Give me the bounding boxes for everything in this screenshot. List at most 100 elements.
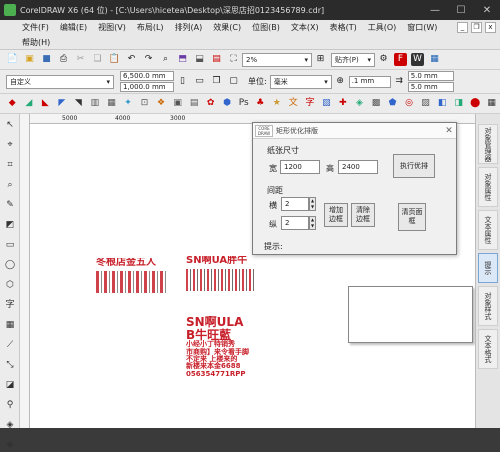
plugin-icon-6[interactable]: ▥ — [89, 97, 102, 110]
macro-icon[interactable]: W — [411, 53, 424, 66]
run-layout-button[interactable]: 执行优排 — [393, 154, 435, 178]
clear-border-button[interactable]: 清除边框 — [351, 203, 375, 227]
menu-window[interactable]: 窗口(W) — [407, 22, 437, 33]
horizontal-spinner[interactable]: ▲ ▼ — [309, 197, 316, 211]
menu-tools[interactable]: 工具(O) — [368, 22, 397, 33]
plugin-icon-16[interactable]: ♣ — [254, 97, 267, 110]
crop-tool-icon[interactable]: ⌗ — [3, 158, 17, 172]
plugin-icon-13[interactable]: ✿ — [204, 97, 217, 110]
dock-tab-object-manager[interactable]: 对象管理器 — [478, 124, 498, 164]
plugin-icon-19[interactable]: 字 — [304, 97, 317, 110]
connector-tool-icon[interactable]: ⤡ — [3, 358, 17, 372]
menu-edit[interactable]: 编辑(E) — [60, 22, 87, 33]
publish-pdf-icon[interactable]: ▤ — [210, 53, 223, 66]
plugin-icon-5[interactable]: ◥ — [72, 97, 85, 110]
portrait-icon[interactable]: ▯ — [176, 75, 189, 88]
plugin-icon-27[interactable]: ◧ — [436, 97, 449, 110]
menu-layout[interactable]: 布局(L) — [137, 22, 164, 33]
effects-tool-icon[interactable]: ◪ — [3, 378, 17, 392]
current-page-icon[interactable]: ▢ — [227, 75, 240, 88]
ellipse-tool-icon[interactable]: ◯ — [3, 258, 17, 272]
save-icon[interactable]: ■ — [40, 53, 53, 66]
horizontal-spacing-input[interactable]: 2 — [281, 197, 309, 211]
shape-tool-icon[interactable]: ⌖ — [3, 138, 17, 152]
page-rectangle[interactable] — [348, 286, 473, 343]
plugin-icon-23[interactable]: ▩ — [370, 97, 383, 110]
artwork-sign-1[interactable]: 冬根店金五人 — [96, 258, 166, 300]
new-icon[interactable]: 📄 — [6, 53, 19, 66]
menu-file[interactable]: 文件(F) — [22, 22, 49, 33]
close-icon[interactable]: ✕ — [442, 126, 456, 136]
plugin-icon-21[interactable]: ✚ — [337, 97, 350, 110]
menu-text[interactable]: 文本(X) — [291, 22, 319, 33]
maximize-button[interactable]: ☐ — [448, 5, 474, 16]
redo-icon[interactable]: ↷ — [142, 53, 155, 66]
dup-x-field[interactable]: 5.0 mm — [407, 71, 454, 81]
plugin-icon-11[interactable]: ▣ — [171, 97, 184, 110]
plugin-icon-8[interactable]: ✦ — [122, 97, 135, 110]
dock-tab-hints[interactable]: 提示 — [478, 253, 498, 283]
add-border-button[interactable]: 增加边框 — [324, 203, 348, 227]
zoom-tool-icon[interactable]: ⌕ — [3, 178, 17, 192]
plugin-icon-2[interactable]: ◢ — [23, 97, 36, 110]
text-tool-icon[interactable]: 字 — [3, 298, 17, 312]
all-pages-icon[interactable]: ❐ — [210, 75, 223, 88]
copy-icon[interactable]: ❏ — [91, 53, 104, 66]
plugin-icon-12[interactable]: ▤ — [188, 97, 201, 110]
plugin-icon-1[interactable]: ◆ — [6, 97, 19, 110]
smart-fill-icon[interactable]: ◩ — [3, 218, 17, 232]
menu-view[interactable]: 视图(V) — [98, 22, 126, 33]
plugin-icon-4[interactable]: ◤ — [56, 97, 69, 110]
dock-tab-object-properties[interactable]: 对象属性 — [478, 167, 498, 207]
plugin-icon-29[interactable]: ⬤ — [469, 97, 482, 110]
menu-table[interactable]: 表格(T) — [330, 22, 357, 33]
plugin-icon-10[interactable]: ❖ — [155, 97, 168, 110]
export-icon[interactable]: ⬓ — [193, 53, 206, 66]
doc-minimize-button[interactable]: _ — [457, 22, 468, 33]
dock-tab-text-format[interactable]: 文本格式 — [478, 329, 498, 369]
open-icon[interactable]: ▣ — [23, 53, 36, 66]
plugin-icon-22[interactable]: ◈ — [353, 97, 366, 110]
plugin-icon-20[interactable]: ▧ — [320, 97, 333, 110]
fullscreen-icon[interactable]: ⛶ — [227, 53, 240, 66]
table-tool-icon[interactable]: ▦ — [3, 318, 17, 332]
eyedropper-tool-icon[interactable]: ⚲ — [3, 398, 17, 412]
close-button[interactable]: ✕ — [474, 5, 500, 16]
dock-tab-object-styles[interactable]: 对象样式 — [478, 286, 498, 326]
fill-tool-icon[interactable]: ◆ — [3, 438, 17, 452]
dimension-tool-icon[interactable]: ⟋ — [3, 338, 17, 352]
rectangle-tool-icon[interactable]: ▭ — [3, 238, 17, 252]
paper-height-input[interactable]: 2400 — [338, 160, 378, 174]
menu-help[interactable]: 帮助(H) — [22, 37, 50, 48]
app-launcher-icon[interactable]: F — [394, 53, 407, 66]
plugin-icon[interactable]: ▦ — [428, 53, 441, 66]
plugin-icon-24[interactable]: ⬟ — [386, 97, 399, 110]
menu-arrange[interactable]: 排列(A) — [175, 22, 203, 33]
plugin-icon-25[interactable]: ◎ — [403, 97, 416, 110]
vertical-ruler[interactable] — [20, 114, 30, 428]
freehand-tool-icon[interactable]: ✎ — [3, 198, 17, 212]
doc-close-button[interactable]: x — [485, 22, 496, 33]
undo-icon[interactable]: ↶ — [125, 53, 138, 66]
plugin-icon-30[interactable]: ▦ — [485, 97, 498, 110]
vertical-spacing-input[interactable]: 2 — [281, 216, 309, 230]
plugin-icon-14[interactable]: ⬢ — [221, 97, 234, 110]
minimize-button[interactable]: — — [422, 5, 448, 16]
page-size-combo[interactable]: 自定义 ▾ — [6, 74, 114, 89]
paper-width-input[interactable]: 1200 — [280, 160, 320, 174]
pick-tool-icon[interactable]: ↖ — [3, 118, 17, 132]
outline-tool-icon[interactable]: ◈ — [3, 418, 17, 432]
menu-bitmaps[interactable]: 位图(B) — [252, 22, 280, 33]
plugin-icon-15[interactable]: Ps — [237, 97, 250, 110]
view-mode-icon[interactable]: ⊞ — [314, 53, 327, 66]
artwork-sign-2[interactable]: SN啊UA胖牛 — [186, 256, 254, 294]
dup-y-field[interactable]: 5.0 mm — [407, 82, 454, 92]
import-icon[interactable]: ⬒ — [176, 53, 189, 66]
search-content-icon[interactable]: ⌕ — [159, 53, 172, 66]
plugin-icon-7[interactable]: ▦ — [105, 97, 118, 110]
plugin-icon-17[interactable]: ★ — [271, 97, 284, 110]
plugin-icon-26[interactable]: ▨ — [419, 97, 432, 110]
nudge-field[interactable]: .1 mm — [348, 75, 391, 88]
units-combo[interactable]: 毫米 ▾ — [269, 74, 332, 89]
paste-icon[interactable]: 📋 — [108, 53, 121, 66]
